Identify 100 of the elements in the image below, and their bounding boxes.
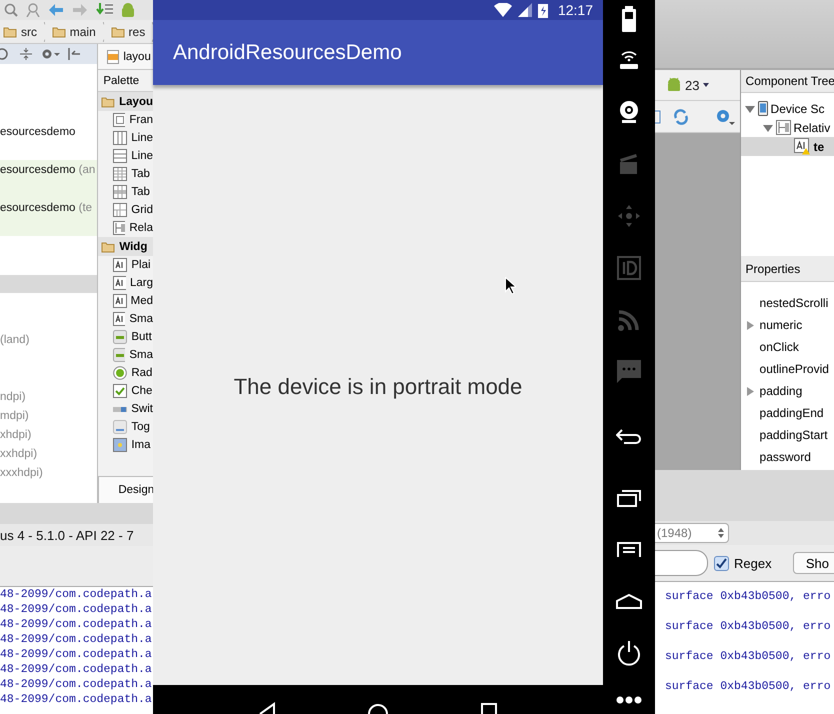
text-field-icon (113, 312, 126, 326)
checkmark-icon (716, 558, 727, 568)
log-line: surface 0xb43b0500, erro (664, 619, 832, 635)
battery-icon[interactable] (622, 6, 636, 32)
back-arrow-icon[interactable] (48, 3, 64, 17)
settings-icon[interactable] (40, 47, 60, 61)
project-tree-item[interactable]: xxxhdpi) (0, 464, 98, 483)
palette-item[interactable]: Ima (98, 436, 153, 454)
toggle-icon (113, 420, 128, 434)
text-field-icon (113, 294, 127, 308)
collapse-icon[interactable] (19, 47, 33, 61)
project-tree-item[interactable]: ndpi) (0, 388, 98, 407)
image-icon (113, 438, 128, 452)
button-icon (113, 330, 128, 344)
more-icon[interactable] (616, 696, 642, 704)
palette-item[interactable]: Med (98, 292, 153, 310)
log-line: 48-2099/com.codepath.a (0, 647, 153, 662)
palette-item[interactable]: Butt (98, 328, 153, 346)
webcam-icon[interactable] (618, 100, 640, 124)
property-row[interactable]: paddingStart (740, 424, 834, 446)
folder-icon (52, 26, 66, 38)
log-line: 48-2099/com.codepath.a (0, 692, 153, 707)
xml-file-icon (107, 50, 120, 64)
log-line: 48-2099/com.codepath.a (0, 587, 153, 602)
log-line: 48-2099/com.codepath.a (0, 677, 153, 692)
palette-item[interactable]: Sma (98, 310, 153, 328)
properties-header: Properties (740, 256, 834, 282)
palette-item[interactable]: Rela (98, 219, 153, 237)
phone-icon (758, 101, 768, 116)
palette-item[interactable]: Tab (98, 183, 153, 201)
expand-arrow-icon[interactable] (746, 320, 754, 330)
project-tree-item[interactable]: xxhdpi) (0, 445, 98, 464)
palette-group[interactable]: Widg (98, 237, 153, 256)
power-icon[interactable] (617, 640, 641, 666)
text-field-icon (113, 276, 126, 290)
home-icon[interactable] (616, 593, 642, 609)
recents-icon[interactable] (617, 489, 641, 507)
palette-item[interactable]: Tog (98, 418, 153, 436)
expand-arrow-icon[interactable] (746, 386, 754, 396)
project-tree-item[interactable]: (land) (0, 331, 98, 350)
palette-item[interactable]: Larg (98, 274, 153, 292)
tree-item[interactable]: Device Sc (740, 99, 834, 118)
palette-item[interactable]: Fran (98, 111, 153, 129)
folder-icon (3, 26, 17, 38)
pin-icon[interactable] (67, 47, 81, 61)
property-row[interactable]: padding (740, 380, 834, 402)
palette-item[interactable]: Sma (98, 346, 153, 364)
radio-icon (113, 366, 128, 380)
editor-tab[interactable]: layou (98, 44, 153, 70)
regex-checkbox[interactable]: Regex (714, 556, 772, 570)
menu-icon[interactable] (617, 542, 641, 558)
palette-item[interactable]: Line (98, 147, 153, 165)
search-field[interactable] (655, 550, 708, 576)
property-row[interactable]: outlineProvid (740, 358, 834, 380)
refresh-icon[interactable] (673, 108, 689, 124)
log-line: 48-2099/com.codepath.a (0, 602, 153, 617)
palette-item[interactable]: Line (98, 129, 153, 147)
show-button[interactable]: Sho (792, 552, 834, 574)
property-row[interactable]: password (740, 446, 834, 468)
breadcrumb-item[interactable]: main (48, 24, 99, 38)
text-field-icon (113, 258, 128, 272)
spinner-arrows-icon (718, 528, 724, 538)
search-icon[interactable] (4, 3, 18, 17)
tree-item[interactable]: te (740, 137, 834, 156)
palette-item[interactable]: Tab (98, 165, 153, 183)
frame-layout-icon (113, 113, 126, 127)
orientation-message: The device is in portrait mode (234, 374, 522, 400)
button-icon (113, 348, 126, 362)
palette-item[interactable]: Rad (98, 364, 153, 382)
process-dropdown[interactable]: (1948) (655, 523, 729, 543)
property-row[interactable]: onClick (740, 336, 834, 358)
project-tree-item[interactable]: xhdpi) (0, 426, 98, 445)
palette-item[interactable]: Swit (98, 400, 153, 418)
folder-icon (101, 240, 116, 252)
back-icon[interactable] (616, 426, 642, 444)
api-level-dropdown[interactable]: 23 (685, 78, 700, 92)
palette-item[interactable]: Plai (98, 256, 153, 274)
palette-group[interactable]: Layou (98, 92, 153, 111)
palette-item[interactable]: Che (98, 382, 153, 400)
property-row[interactable]: paddingEnd (740, 402, 834, 424)
property-row[interactable]: nestedScrolli (740, 292, 834, 314)
status-time: 12:17 (558, 2, 593, 18)
vertical-columns-icon (113, 131, 128, 145)
palette-item[interactable]: Grid (98, 201, 153, 219)
wifi-icon (494, 3, 512, 17)
gps-icon[interactable] (617, 49, 641, 71)
project-tree-item[interactable]: mdpi) (0, 407, 98, 426)
breadcrumb-item[interactable]: res (108, 24, 148, 38)
breadcrumb-item[interactable]: src (0, 24, 40, 38)
property-row[interactable]: numeric (740, 314, 834, 336)
relative-layout-icon (113, 221, 126, 235)
project-tree-item[interactable]: esourcesdemo (0, 122, 98, 160)
settings-icon[interactable] (715, 108, 735, 126)
project-tree-item[interactable]: esourcesdemo (te (0, 198, 98, 236)
project-tree-item[interactable]: esourcesdemo (an (0, 160, 98, 198)
cell-signal-icon (518, 3, 532, 17)
battery-charging-icon (538, 2, 548, 18)
tree-item[interactable]: Relativ (740, 118, 834, 137)
download-binary-icon[interactable] (96, 3, 114, 17)
checkbox-icon (113, 384, 128, 398)
